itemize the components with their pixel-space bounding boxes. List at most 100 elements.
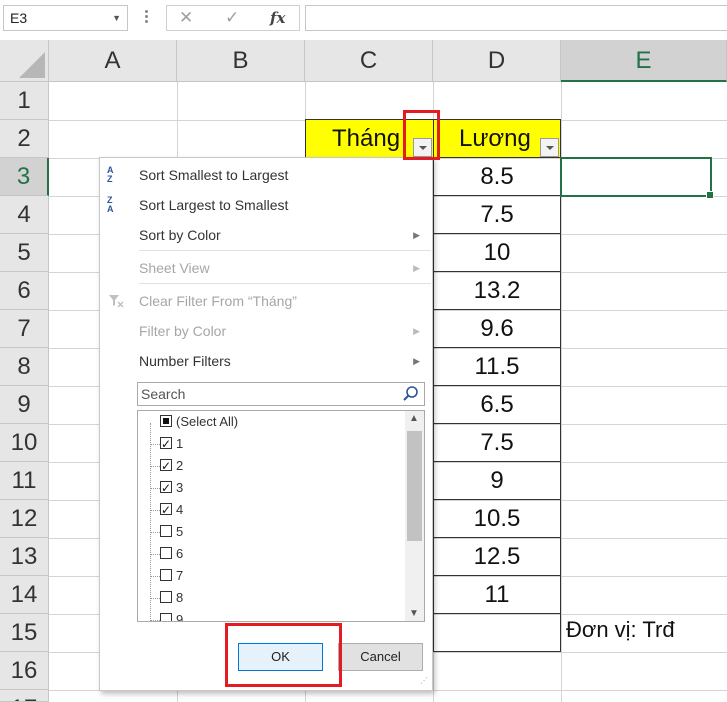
checkbox-select-all[interactable]: (Select All) xyxy=(160,411,238,433)
salary-cell[interactable]: 9 xyxy=(433,462,561,500)
checkbox-item[interactable]: 6 xyxy=(160,543,183,565)
menu-filter-by-color: Filter by Color ▶ xyxy=(100,316,432,346)
row-header-16[interactable]: 16 xyxy=(0,652,49,690)
row-header-7[interactable]: 7 xyxy=(0,310,49,348)
highlight-ok-button xyxy=(225,623,342,687)
checkbox-icon xyxy=(160,569,172,581)
salary-cell[interactable] xyxy=(433,614,561,652)
drag-handle-icon[interactable] xyxy=(143,8,149,28)
name-box-value: E3 xyxy=(10,10,28,26)
checkbox-label: 1 xyxy=(176,436,184,451)
menu-label: Sort by Color xyxy=(139,227,221,243)
row-header-17[interactable]: 17 xyxy=(0,690,49,702)
formula-buttons: ✕ ✓ fx xyxy=(166,5,300,31)
row-header-4[interactable]: 4 xyxy=(0,196,49,234)
salary-cell[interactable]: 10.5 xyxy=(433,500,561,538)
checkbox-label: 2 xyxy=(176,458,184,473)
row-header-6[interactable]: 6 xyxy=(0,272,49,310)
checkbox-label: 5 xyxy=(176,524,184,539)
cancel-entry-icon[interactable]: ✕ xyxy=(179,7,193,29)
scroll-thumb[interactable] xyxy=(407,431,422,541)
insert-function-icon[interactable]: fx xyxy=(270,7,285,29)
checkbox-item[interactable]: 7 xyxy=(160,565,183,587)
column-header-c[interactable]: C xyxy=(305,40,433,82)
salary-cell[interactable]: 7.5 xyxy=(433,196,561,234)
checkbox-icon xyxy=(160,525,172,537)
sort-ascending-icon: AZ xyxy=(107,165,114,184)
list-scrollbar[interactable]: ▲ ▼ xyxy=(405,411,424,621)
menu-sheet-view: Sheet View ▶ xyxy=(100,253,432,283)
row-header-9[interactable]: 9 xyxy=(0,386,49,424)
column-header-a[interactable]: A xyxy=(49,40,177,82)
checkbox-item[interactable]: 4 xyxy=(160,499,183,521)
menu-number-filters[interactable]: Number Filters ▶ xyxy=(100,346,432,376)
column-header-b[interactable]: B xyxy=(177,40,305,82)
row-header-12[interactable]: 12 xyxy=(0,500,49,538)
name-box[interactable]: E3 ▼ xyxy=(3,5,128,31)
salary-cell[interactable]: 12.5 xyxy=(433,538,561,576)
row-header-13[interactable]: 13 xyxy=(0,538,49,576)
row-header-8[interactable]: 8 xyxy=(0,348,49,386)
checkbox-item[interactable]: 2 xyxy=(160,455,183,477)
autofilter-dropdown: AZ Sort Smallest to Largest ZA Sort Larg… xyxy=(99,157,433,691)
salary-cell[interactable]: 7.5 xyxy=(433,424,561,462)
checkbox-icon xyxy=(160,499,172,521)
salary-cell[interactable]: 9.6 xyxy=(433,310,561,348)
salary-cell[interactable]: 11 xyxy=(433,576,561,614)
checkbox-item[interactable]: 1 xyxy=(160,433,183,455)
checkbox-icon xyxy=(160,433,172,455)
checkbox-icon xyxy=(160,455,172,477)
formula-input[interactable] xyxy=(305,5,727,31)
checkbox-label: 9 xyxy=(176,612,184,622)
cancel-button[interactable]: Cancel xyxy=(338,643,423,671)
menu-label: Number Filters xyxy=(139,353,231,369)
chevron-up-icon[interactable]: ▲ xyxy=(409,413,419,424)
menu-sort-ascending[interactable]: AZ Sort Smallest to Largest xyxy=(100,160,432,190)
checkbox-item[interactable]: 8 xyxy=(160,587,183,609)
select-all-corner[interactable] xyxy=(0,40,49,82)
row-header-3[interactable]: 3 xyxy=(0,158,49,196)
salary-cell[interactable]: 11.5 xyxy=(433,348,561,386)
checkbox-label: 6 xyxy=(176,546,184,561)
checkbox-item[interactable]: 3 xyxy=(160,477,183,499)
chevron-down-icon[interactable]: ▼ xyxy=(112,6,121,30)
enter-entry-icon[interactable]: ✓ xyxy=(225,7,239,29)
header-month-label: Tháng xyxy=(332,125,401,152)
menu-sort-descending[interactable]: ZA Sort Largest to Smallest xyxy=(100,190,432,220)
search-icon xyxy=(402,385,420,403)
chevron-right-icon: ▶ xyxy=(413,326,420,336)
checkbox-icon xyxy=(160,415,172,427)
checkbox-label: 8 xyxy=(176,590,184,605)
row-header-10[interactable]: 10 xyxy=(0,424,49,462)
resize-grip-icon[interactable]: ⋰ xyxy=(420,677,430,688)
highlight-filter-button xyxy=(403,110,440,160)
salary-cell[interactable]: 6.5 xyxy=(433,386,561,424)
salary-cell[interactable]: 13.2 xyxy=(433,272,561,310)
active-cell-e3[interactable] xyxy=(560,157,714,199)
checkbox-item[interactable]: 9 xyxy=(160,609,184,622)
column-header-e[interactable]: E xyxy=(561,40,727,82)
filter-dropdown-button-salary[interactable] xyxy=(540,138,559,157)
row-header-5[interactable]: 5 xyxy=(0,234,49,272)
column-header-d[interactable]: D xyxy=(433,40,561,82)
sort-descending-icon: ZA xyxy=(107,195,114,214)
menu-sort-by-color[interactable]: Sort by Color ▶ xyxy=(100,220,432,250)
checkbox-icon xyxy=(160,591,172,603)
salary-cell[interactable]: 10 xyxy=(433,234,561,272)
checkbox-label: 4 xyxy=(176,502,184,517)
row-header-11[interactable]: 11 xyxy=(0,462,49,500)
unit-note[interactable]: Đơn vị: Trđ xyxy=(566,617,675,643)
row-header-14[interactable]: 14 xyxy=(0,576,49,614)
filter-value-list[interactable]: (Select All) 1 2 3 4 5 6 7 8 9 ▲ ▼ xyxy=(137,410,425,622)
salary-cell[interactable]: 8.5 xyxy=(433,158,561,196)
chevron-down-icon[interactable]: ▼ xyxy=(409,608,419,619)
checkbox-label: (Select All) xyxy=(176,414,239,429)
select-all-triangle-icon xyxy=(19,52,45,78)
row-header-15[interactable]: 15 xyxy=(0,614,49,652)
row-header-2[interactable]: 2 xyxy=(0,120,49,158)
checkbox-item[interactable]: 5 xyxy=(160,521,183,543)
chevron-right-icon: ▶ xyxy=(413,356,420,366)
search-input[interactable]: Search xyxy=(137,382,425,406)
row-header-1[interactable]: 1 xyxy=(0,82,49,120)
menu-label: Clear Filter From “Tháng” xyxy=(139,293,297,309)
